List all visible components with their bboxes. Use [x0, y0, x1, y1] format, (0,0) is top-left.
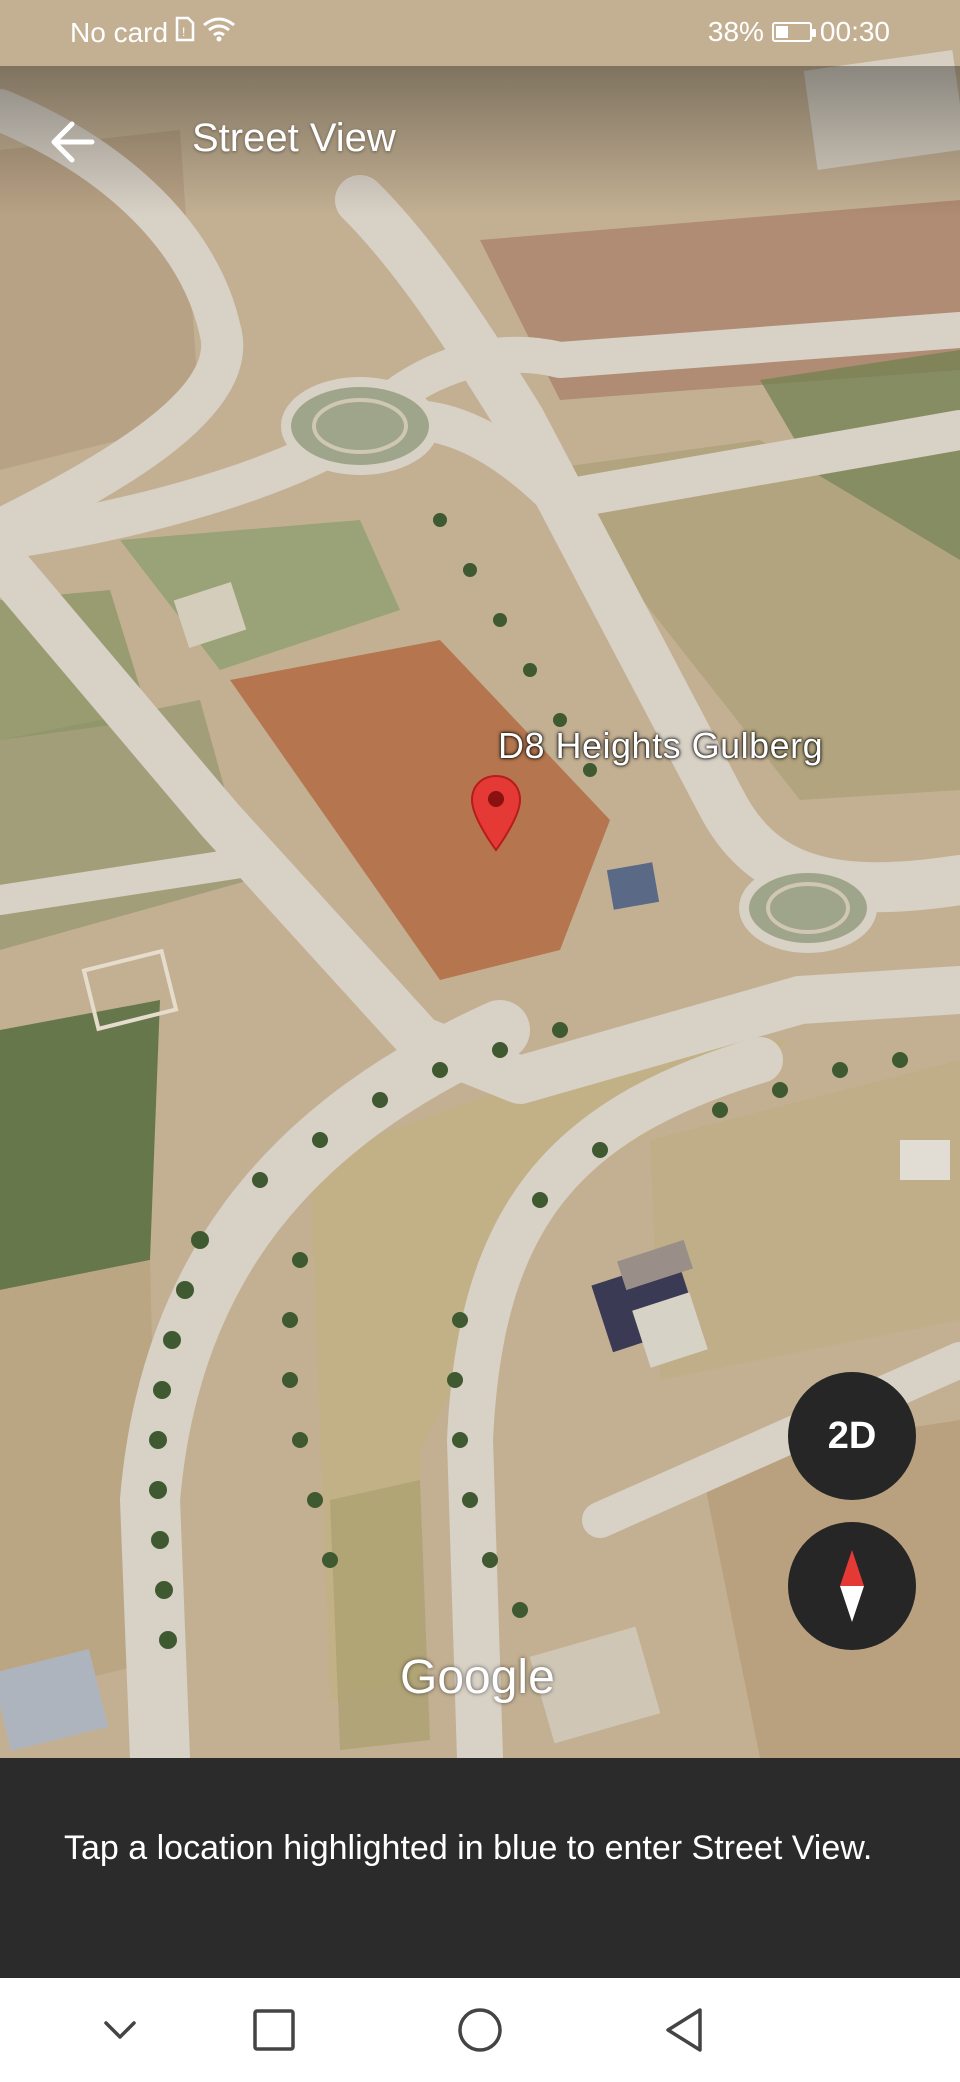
info-message: Tap a location highlighted in blue to en… [64, 1829, 873, 1867]
place-label[interactable]: D8 Heights Gulberg [498, 725, 823, 767]
map-pin-icon[interactable] [470, 774, 522, 854]
arrow-left-icon [51, 121, 95, 163]
battery-level-fill [775, 26, 789, 38]
battery-percent: 38% [707, 16, 764, 47]
page-title: Street View [192, 116, 396, 160]
view-toggle-2d-button[interactable]: 2D [788, 1372, 916, 1500]
info-sheet: Tap a location highlighted in blue to en… [0, 1758, 960, 1978]
wifi-icon [202, 16, 236, 49]
google-logo: Google [400, 1651, 555, 1704]
clock: 00:30 [819, 16, 890, 47]
nav-recents-button[interactable] [244, 2000, 304, 2060]
chevron-down-icon [104, 2021, 136, 2039]
square-icon [253, 2009, 295, 2051]
svg-text:!: ! [182, 25, 185, 39]
carrier-text: No card [70, 16, 169, 48]
satellite-map[interactable] [0, 0, 960, 1758]
triangle-back-icon [666, 2008, 702, 2052]
status-left: No card ! [70, 16, 236, 49]
back-button[interactable] [44, 112, 104, 172]
battery-icon [771, 22, 816, 42]
circle-icon [458, 2008, 502, 2052]
compass-icon [840, 1550, 864, 1622]
nav-home-button[interactable] [450, 2000, 510, 2060]
compass-button[interactable] [788, 1522, 916, 1650]
status-right: 38% 00:30 [708, 16, 890, 48]
sim-icon: ! [174, 16, 196, 49]
view-toggle-label: 2D [827, 1414, 877, 1457]
app-bar: Street View [0, 66, 960, 216]
map-imagery [0, 0, 960, 1758]
nav-hide-button[interactable] [90, 2000, 150, 2060]
status-bar: No card ! 38% 00:30 [0, 0, 960, 66]
system-nav-bar [0, 1978, 960, 2082]
nav-back-button[interactable] [654, 2000, 714, 2060]
